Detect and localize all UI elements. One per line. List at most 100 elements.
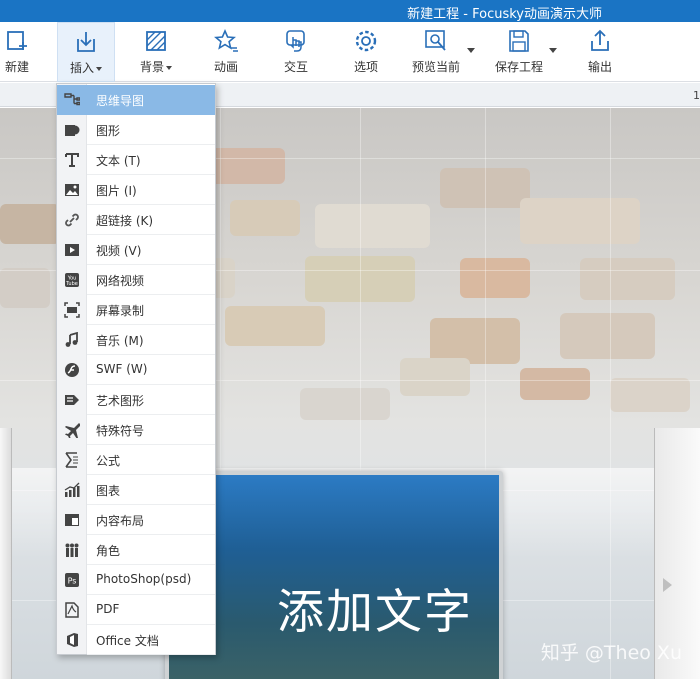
- grid-line: [610, 108, 611, 679]
- menu-item-label: 思维导图: [96, 94, 145, 108]
- background-tile: [610, 378, 690, 412]
- menu-item-16[interactable]: 角色: [57, 535, 215, 565]
- insert-button[interactable]: 插入: [57, 22, 115, 82]
- menu-item-14[interactable]: 图表: [57, 475, 215, 505]
- background-tile: [225, 306, 325, 346]
- animation-button[interactable]: 动画: [200, 22, 252, 82]
- formula-icon: [65, 452, 78, 468]
- hand-click-icon: [286, 30, 305, 52]
- window-title: 新建工程 - Focusky动画演示大师: [407, 7, 602, 22]
- background-tile: [0, 268, 50, 308]
- interaction-button[interactable]: 交互: [270, 22, 322, 82]
- menu-separator: [87, 654, 215, 655]
- menu-item-3[interactable]: 文本 (T): [57, 145, 215, 175]
- export-button[interactable]: 输出: [574, 22, 626, 82]
- chart-icon: [64, 482, 80, 497]
- menu-item-7[interactable]: You Tube 网络视频: [57, 265, 215, 295]
- mindmap-icon: [64, 93, 80, 106]
- menu-item-18[interactable]: PDF: [57, 595, 215, 625]
- menu-item-label: 特殊符号: [96, 424, 145, 438]
- menu-item-9[interactable]: 音乐 (M): [57, 325, 215, 355]
- menu-item-5[interactable]: 超链接 (K): [57, 205, 215, 235]
- menu-item-1[interactable]: 思维导图: [57, 85, 215, 115]
- background-hatch-icon: [146, 31, 166, 51]
- background-tile: [300, 388, 390, 420]
- save-dropdown-icon[interactable]: [549, 48, 557, 53]
- menu-item-8[interactable]: 屏幕录制: [57, 295, 215, 325]
- menu-item-2[interactable]: 图形: [57, 115, 215, 145]
- photoshop-icon: Ps: [65, 573, 79, 587]
- background-tile: [520, 368, 590, 400]
- menu-item-19[interactable]: Office 文档: [57, 625, 215, 655]
- menu-item-label: Office 文档: [96, 634, 159, 648]
- export-label: 输出: [587, 60, 612, 74]
- menu-item-10[interactable]: SWF (W): [57, 355, 215, 385]
- menu-item-label: 视频 (V): [96, 244, 142, 258]
- image-icon: [65, 184, 79, 196]
- menu-item-label: 艺术图形: [96, 394, 145, 408]
- save-floppy-icon: [509, 30, 529, 52]
- star-animation-icon: [214, 28, 238, 52]
- options-button[interactable]: 选项: [340, 22, 392, 82]
- layout-icon: [65, 514, 79, 526]
- ruler-mark: 1: [693, 89, 700, 102]
- export-upload-icon: [591, 29, 609, 51]
- gear-icon: [355, 30, 377, 52]
- menu-item-label: 文本 (T): [96, 154, 141, 168]
- menu-item-17[interactable]: Ps PhotoShop(psd): [57, 565, 215, 595]
- background-tile: [315, 204, 430, 248]
- insert-download-icon: [77, 32, 95, 52]
- menu-item-4[interactable]: 图片 (I): [57, 175, 215, 205]
- preview-dropdown-icon[interactable]: [467, 48, 475, 53]
- menu-item-label: SWF (W): [96, 362, 148, 376]
- character-icon: [65, 543, 79, 557]
- background-tile: [520, 198, 640, 244]
- menu-item-11[interactable]: 艺术图形: [57, 385, 215, 415]
- options-label: 选项: [353, 60, 378, 74]
- save-button[interactable]: 保存工程: [487, 22, 551, 82]
- menu-item-15[interactable]: 内容布局: [57, 505, 215, 535]
- menu-item-label: PDF: [96, 602, 120, 616]
- save-label: 保存工程: [494, 60, 543, 74]
- background-button[interactable]: 背景: [130, 22, 182, 82]
- chevron-down-icon: [96, 66, 102, 71]
- new-label: 新建: [4, 60, 29, 74]
- background-tile: [560, 313, 655, 359]
- background-tile: [230, 200, 300, 236]
- menu-item-label: 音乐 (M): [96, 334, 144, 348]
- main-toolbar: 新建 插入 背景 动画 交互 选项 预览当前 保存工程 输出: [0, 22, 700, 82]
- slide-screen: 添加文字: [169, 475, 499, 679]
- menu-item-13[interactable]: 公式: [57, 445, 215, 475]
- menu-item-label: 图表: [96, 484, 121, 498]
- insert-menu: 思维导图图形文本 (T) 图片 (I) 超链接 (K) 视频 (V) You Tube 网络…: [56, 83, 216, 655]
- animation-label: 动画: [213, 60, 238, 74]
- left-wall-panel: [0, 428, 12, 679]
- preview-button[interactable]: 预览当前: [404, 22, 468, 82]
- new-button[interactable]: 新建: [0, 22, 34, 82]
- watermark: 知乎 @Theo Xu: [540, 642, 682, 664]
- background-tile: [0, 204, 60, 244]
- music-icon: [65, 332, 78, 347]
- menu-item-label: PhotoShop(psd): [96, 572, 192, 586]
- menu-item-label: 图形: [96, 124, 121, 138]
- menu-item-label: 内容布局: [96, 514, 145, 528]
- airplane-symbol-icon: [65, 423, 80, 438]
- next-arrow-icon[interactable]: [663, 578, 672, 592]
- art-shape-icon: [65, 395, 79, 405]
- menu-item-6[interactable]: 视频 (V): [57, 235, 215, 265]
- menu-item-12[interactable]: 特殊符号: [57, 415, 215, 445]
- insert-label: 插入: [69, 61, 94, 75]
- background-tile: [205, 148, 285, 184]
- background-label: 背景: [139, 60, 164, 74]
- menu-item-label: 角色: [96, 544, 121, 558]
- svg-text:Ps: Ps: [68, 577, 77, 586]
- interaction-label: 交互: [283, 60, 308, 74]
- background-tile: [400, 358, 470, 396]
- menu-item-label: 图片 (I): [96, 184, 137, 198]
- flash-icon: [65, 363, 79, 377]
- slide-text[interactable]: 添加文字: [277, 573, 473, 642]
- office-icon: [67, 633, 78, 647]
- svg-text:Tube: Tube: [65, 281, 78, 287]
- background-tile: [460, 258, 530, 298]
- screen-record-icon: [64, 302, 80, 318]
